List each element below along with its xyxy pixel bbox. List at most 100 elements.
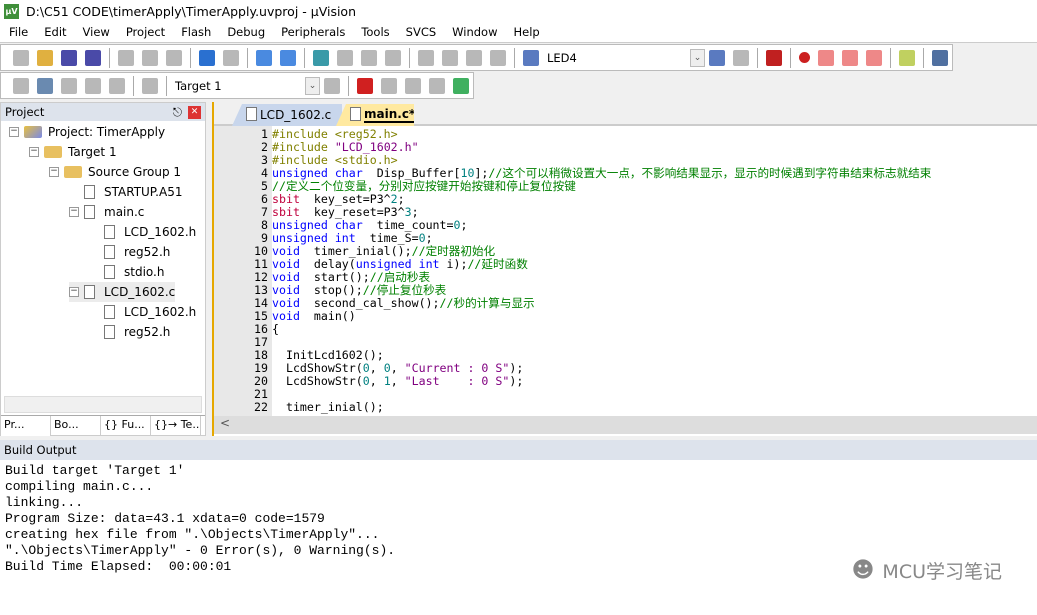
tree-item-header[interactable]: stdio.h bbox=[89, 262, 164, 282]
save-all-icon[interactable] bbox=[85, 49, 101, 66]
find-in-files-icon[interactable] bbox=[523, 49, 539, 66]
next-bookmark-icon[interactable] bbox=[361, 49, 377, 66]
tree-item-header[interactable]: LCD_1602.h bbox=[89, 222, 196, 242]
run-time-env-icon[interactable] bbox=[453, 77, 469, 94]
unindent-icon[interactable] bbox=[442, 49, 458, 66]
menu-project[interactable]: Project bbox=[117, 25, 172, 39]
rebuild-icon[interactable] bbox=[61, 77, 77, 94]
kill-all-breakpoints-icon[interactable] bbox=[866, 49, 882, 66]
undo-icon[interactable] bbox=[199, 49, 215, 66]
tree-item-file[interactable]: − main.c bbox=[69, 202, 144, 222]
select-packs-icon[interactable] bbox=[381, 77, 397, 94]
code-line[interactable]: 15 void main() bbox=[214, 310, 1037, 323]
editor-tab[interactable]: main.c* bbox=[336, 104, 414, 126]
horizontal-scrollbar[interactable] bbox=[4, 396, 202, 413]
code-area[interactable]: 1 #include <reg52.h> 2 #include "LCD_1602.h… bbox=[214, 128, 1037, 418]
pack-installer-icon[interactable] bbox=[429, 77, 445, 94]
menu-view[interactable]: View bbox=[74, 25, 117, 39]
tree-item-project[interactable]: − Project: TimerApply bbox=[9, 122, 165, 142]
manage-components-icon[interactable] bbox=[357, 77, 373, 94]
target-select[interactable]: Target 1 ⌄ bbox=[175, 76, 320, 95]
collapse-toggle-icon[interactable]: − bbox=[69, 207, 79, 217]
code-token: ; bbox=[460, 218, 468, 232]
breakpoint-icon[interactable] bbox=[799, 52, 810, 63]
navigate-forward-icon[interactable] bbox=[280, 49, 296, 66]
code-token: unsigned char bbox=[272, 166, 363, 180]
code-token: //秒的计算与显示 bbox=[439, 296, 535, 310]
menu-edit[interactable]: Edit bbox=[35, 25, 73, 39]
scroll-left-icon[interactable]: < bbox=[214, 416, 230, 430]
menu-svcs[interactable]: SVCS bbox=[397, 25, 444, 39]
tree-item-header[interactable]: reg52.h bbox=[89, 242, 170, 262]
menu-help[interactable]: Help bbox=[505, 25, 547, 39]
code-token: key_set=P3^ bbox=[299, 192, 391, 206]
indent-icon[interactable] bbox=[418, 49, 434, 66]
window-layout-icon[interactable] bbox=[899, 49, 915, 66]
menu-file[interactable]: File bbox=[0, 25, 35, 39]
find-value[interactable]: LED4 bbox=[547, 51, 577, 65]
save-icon[interactable] bbox=[61, 49, 77, 66]
chevron-down-icon[interactable]: ⌄ bbox=[690, 48, 705, 67]
tree-item-target[interactable]: − Target 1 bbox=[29, 142, 117, 162]
editor-tab[interactable]: LCD_1602.c bbox=[232, 104, 342, 126]
uncomment-icon[interactable] bbox=[490, 49, 506, 66]
disable-all-breakpoints-icon[interactable] bbox=[842, 49, 858, 66]
batch-build-icon[interactable] bbox=[85, 77, 101, 94]
tree-item-header[interactable]: reg52.h bbox=[89, 322, 170, 342]
pin-icon[interactable]: ⎋ bbox=[173, 105, 182, 120]
code-text: void main() bbox=[270, 310, 356, 323]
redo-icon[interactable] bbox=[223, 49, 239, 66]
code-editor[interactable]: LCD_1602.c main.c* 1 #include <reg52.h> 2 #i… bbox=[212, 102, 1037, 436]
code-line[interactable]: 22 timer_inial(); bbox=[214, 401, 1037, 414]
find-icon[interactable] bbox=[709, 49, 725, 66]
prev-bookmark-icon[interactable] bbox=[337, 49, 353, 66]
project-panel-tab[interactable]: {} Fu... bbox=[101, 416, 151, 436]
collapse-toggle-icon[interactable]: − bbox=[69, 287, 79, 297]
find-combo[interactable]: LED4 ⌄ bbox=[547, 48, 705, 67]
tree-item-header[interactable]: LCD_1602.h bbox=[89, 302, 196, 322]
menu-peripherals[interactable]: Peripherals bbox=[272, 25, 352, 39]
menu-debug[interactable]: Debug bbox=[218, 25, 272, 39]
cut-icon[interactable] bbox=[118, 49, 134, 66]
stop-build-icon[interactable] bbox=[109, 77, 125, 94]
tree-item-file[interactable]: STARTUP.A51 bbox=[69, 182, 182, 202]
clear-bookmarks-icon[interactable] bbox=[385, 49, 401, 66]
target-value[interactable]: Target 1 bbox=[175, 79, 222, 93]
menu-window[interactable]: Window bbox=[443, 25, 504, 39]
project-panel-tab[interactable]: {}→ Te... bbox=[151, 416, 201, 436]
horizontal-scrollbar[interactable]: < bbox=[214, 416, 1037, 434]
navigate-back-icon[interactable] bbox=[256, 49, 272, 66]
bookmark-icon[interactable] bbox=[313, 49, 329, 66]
translate-icon[interactable] bbox=[13, 77, 29, 94]
paste-icon[interactable] bbox=[166, 49, 182, 66]
close-icon[interactable]: ✕ bbox=[188, 105, 201, 119]
menu-tools[interactable]: Tools bbox=[352, 25, 396, 39]
code-line[interactable]: 16{ bbox=[214, 323, 1037, 336]
build-icon[interactable] bbox=[37, 77, 53, 94]
code-token: , bbox=[369, 361, 384, 375]
collapse-toggle-icon[interactable]: − bbox=[9, 127, 19, 137]
collapse-toggle-icon[interactable]: − bbox=[49, 167, 59, 177]
project-panel-tab[interactable]: Bo... bbox=[51, 416, 101, 436]
copy-icon[interactable] bbox=[142, 49, 158, 66]
debug-session-icon[interactable] bbox=[766, 49, 782, 66]
menu-flash[interactable]: Flash bbox=[172, 25, 218, 39]
open-folder-icon[interactable] bbox=[37, 49, 53, 66]
collapse-toggle-icon[interactable]: − bbox=[29, 147, 39, 157]
toolbar-separator bbox=[166, 75, 167, 96]
tree-item-file[interactable]: − LCD_1602.c bbox=[69, 282, 176, 302]
new-file-icon[interactable] bbox=[13, 49, 29, 66]
incremental-find-icon[interactable] bbox=[733, 49, 749, 66]
software-packs-icon[interactable] bbox=[405, 77, 421, 94]
tree-item-folder[interactable]: − Source Group 1 bbox=[49, 162, 181, 182]
code-token: , bbox=[369, 374, 384, 388]
configure-icon[interactable] bbox=[932, 49, 948, 66]
comment-icon[interactable] bbox=[466, 49, 482, 66]
target-options-icon[interactable] bbox=[324, 77, 340, 94]
download-icon[interactable] bbox=[142, 77, 158, 94]
disable-breakpoint-icon[interactable] bbox=[818, 49, 834, 66]
chevron-down-icon[interactable]: ⌄ bbox=[305, 76, 320, 95]
code-text: { bbox=[270, 323, 279, 336]
code-line[interactable]: 20 LcdShowStr(0, 1, "Last : 0 S"); bbox=[214, 375, 1037, 388]
project-panel-tab[interactable]: Pr... bbox=[1, 416, 51, 436]
